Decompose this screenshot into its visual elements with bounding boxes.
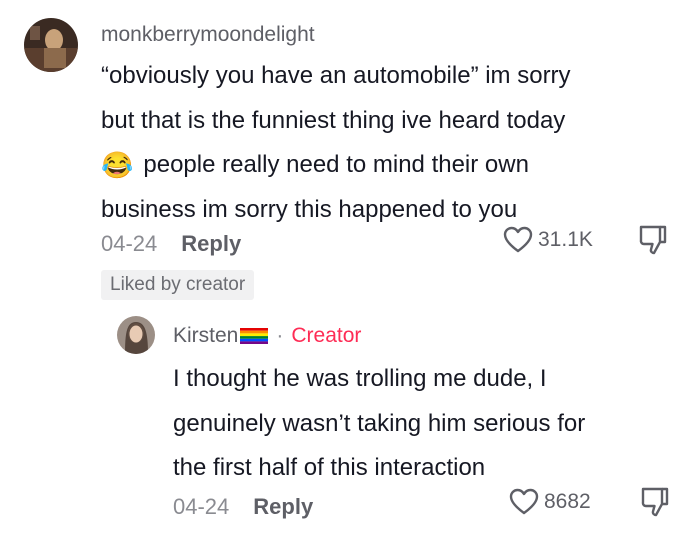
reply-line: the first half of this interaction — [173, 454, 486, 481]
comment-line: but that is the funniest thing ive heard… — [101, 106, 566, 134]
heart-outline-icon — [503, 226, 533, 253]
reply-meta: 04-24 Reply — [173, 494, 313, 520]
reply-date: 04-24 — [173, 494, 230, 519]
reply-like-count: 8682 — [544, 490, 591, 513]
rainbow-flag-icon — [240, 328, 269, 344]
creator-label: Creator — [291, 324, 362, 347]
reply-like-button[interactable]: 8682 — [509, 488, 591, 516]
thumbs-down-icon — [641, 487, 669, 517]
reply-username[interactable]: Kirsten — [173, 324, 238, 348]
reply-reply-button[interactable]: Reply — [253, 494, 313, 520]
reply-line: genuinely wasn’t taking him serious for — [173, 409, 586, 437]
comment-like-count: 31.1K — [538, 228, 593, 251]
comment-dislike-button[interactable] — [638, 224, 668, 261]
reply-text: I thought he was trolling me dude, I gen… — [173, 357, 693, 491]
tears-of-joy-emoji: 😂 — [101, 150, 134, 181]
comment-meta: 04-24 Reply — [101, 231, 241, 257]
comment-date: 04-24 — [101, 231, 158, 256]
reply-button[interactable]: Reply — [181, 231, 241, 257]
comment-line: business im sorry this happened to you — [101, 195, 518, 223]
comment-line: “obviously you have an automobile” im so… — [101, 62, 571, 89]
reply-line: I thought he was trolling me dude, I — [173, 365, 547, 392]
comment-like-button[interactable]: 31.1K — [503, 226, 593, 254]
commenter-avatar[interactable] — [24, 18, 78, 72]
heart-outline-icon — [509, 488, 539, 515]
reply-dislike-button[interactable] — [640, 486, 670, 523]
comment-text: “obviously you have an automobile” im so… — [101, 54, 691, 232]
creator-avatar[interactable] — [117, 316, 155, 354]
comment-line: 😂 people really need to mind their own — [101, 150, 529, 181]
reply-header: Kirsten · Creator — [173, 324, 361, 348]
separator-dot: · — [276, 324, 284, 347]
commenter-username[interactable]: monkberrymoondelight — [101, 23, 315, 47]
thumbs-down-icon — [639, 225, 667, 255]
liked-by-creator-badge: Liked by creator — [101, 270, 255, 300]
